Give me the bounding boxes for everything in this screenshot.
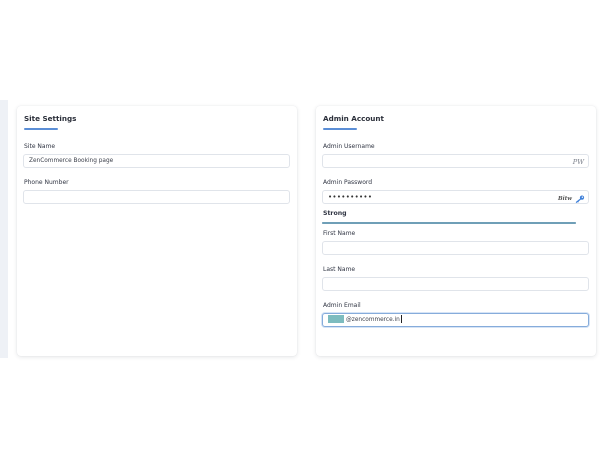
password-manager-badge[interactable]: PW — [573, 156, 584, 168]
site-settings-card: Site Settings Site Name ZenCommerce Book… — [17, 106, 297, 356]
text-caret — [400, 315, 402, 323]
admin-email-input[interactable]: @zencommerce.in — [322, 313, 589, 327]
left-rail — [0, 100, 8, 358]
admin-username-label: Admin Username — [323, 143, 375, 150]
phone-number-label: Phone Number — [24, 179, 69, 186]
password-strength-fill — [322, 222, 576, 224]
last-name-label: Last Name — [323, 266, 356, 273]
admin-password-value: •••••••••• — [328, 193, 373, 201]
admin-account-title-underline — [323, 128, 357, 130]
bitwarden-extension-icon[interactable]: Bitw — [558, 193, 572, 205]
site-name-value: ZenCommerce Booking page — [29, 158, 114, 164]
phone-number-input[interactable] — [23, 190, 290, 204]
admin-account-title: Admin Account — [323, 114, 384, 123]
first-name-label: First Name — [323, 230, 356, 237]
password-field-icons: Bitw — [558, 193, 585, 205]
first-name-input[interactable] — [322, 241, 589, 255]
site-settings-title-underline — [24, 128, 58, 130]
admin-password-input[interactable]: •••••••••• Bitw — [322, 190, 589, 204]
site-settings-title: Site Settings — [24, 114, 77, 123]
key-icon[interactable] — [575, 195, 585, 203]
admin-username-input[interactable]: PW — [322, 154, 589, 168]
password-strength-bar — [322, 222, 576, 224]
password-strength-label: Strong — [323, 210, 347, 217]
site-name-label: Site Name — [24, 143, 56, 150]
admin-email-label: Admin Email — [323, 302, 361, 309]
admin-password-label: Admin Password — [323, 179, 373, 186]
admin-email-value: @zencommerce.in — [346, 317, 400, 323]
site-name-input[interactable]: ZenCommerce Booking page — [23, 154, 290, 168]
admin-account-card: Admin Account Admin Username PW Admin Pa… — [316, 106, 596, 356]
redacted-email-local-part — [328, 315, 344, 323]
last-name-input[interactable] — [322, 277, 589, 291]
